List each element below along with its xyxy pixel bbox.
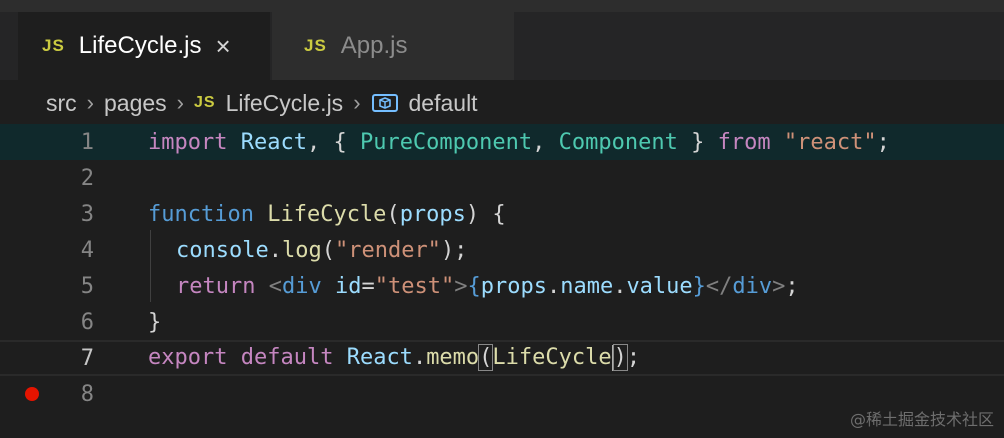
code-text: function LifeCycle(props) { [148, 201, 506, 227]
breadcrumb-item-src[interactable]: src [46, 90, 77, 117]
code-line-2[interactable]: 2 [0, 160, 1004, 196]
js-file-icon: JS [42, 36, 65, 55]
breakpoint-icon[interactable] [25, 387, 39, 401]
code-line-5[interactable]: 5 return <div id="test">{props.name.valu… [0, 268, 1004, 304]
code-text: export default React.memo(LifeCycle); [148, 344, 641, 371]
line-number: 1 [80, 129, 94, 155]
code-editor[interactable]: 1 import React, { PureComponent, Compone… [0, 122, 1004, 438]
line-number: 2 [80, 165, 94, 191]
code-line-1[interactable]: 1 import React, { PureComponent, Compone… [0, 124, 1004, 160]
tab-bar: JS LifeCycle.js × JS App.js [0, 0, 1004, 80]
code-text: console.log("render"); [176, 237, 468, 263]
tab-label: LifeCycle.js [78, 32, 202, 59]
tab-lifecycle-js[interactable]: JS LifeCycle.js × [18, 12, 270, 80]
watermark: @稀土掘金技术社区 [849, 410, 994, 429]
code-text: import React, { PureComponent, Component… [148, 129, 890, 155]
code-line-3[interactable]: 3 function LifeCycle(props) { [0, 196, 1004, 232]
close-icon[interactable]: × [216, 33, 231, 59]
code-line-6[interactable]: 6 } [0, 304, 1004, 340]
tab-label: App.js [340, 32, 408, 59]
breadcrumb-item-symbol[interactable]: default [409, 90, 478, 117]
line-number: 3 [80, 201, 94, 227]
tab-app-js[interactable]: JS App.js [272, 12, 514, 80]
js-file-icon: JS [194, 94, 216, 111]
line-number: 5 [80, 273, 94, 299]
symbol-variable-icon [371, 94, 398, 112]
code-text: return <div id="test">{props.name.value}… [176, 273, 799, 299]
chevron-right-icon: › [86, 90, 94, 115]
line-number: 4 [80, 237, 94, 263]
code-line-4[interactable]: 4 console.log("render"); [0, 232, 1004, 268]
breadcrumb-item-file[interactable]: LifeCycle.js [226, 90, 344, 117]
code-line-7[interactable]: 7 export default React.memo(LifeCycle); [0, 340, 1004, 376]
chevron-right-icon: › [176, 90, 184, 115]
line-number: 7 [80, 345, 94, 371]
js-file-icon: JS [304, 36, 327, 55]
breadcrumb: src › pages › JS LifeCycle.js › default [46, 84, 478, 122]
line-number: 6 [80, 309, 94, 335]
breadcrumb-item-pages[interactable]: pages [104, 90, 167, 117]
chevron-right-icon: › [353, 90, 361, 115]
code-text: } [148, 309, 162, 335]
line-number: 8 [80, 381, 94, 407]
